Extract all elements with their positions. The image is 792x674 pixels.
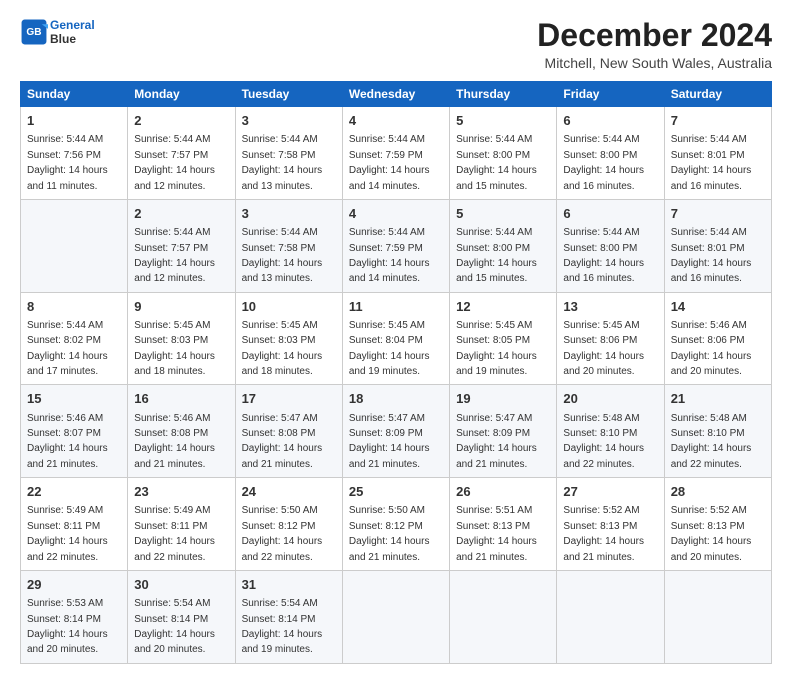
table-row: 9Sunrise: 5:45 AMSunset: 8:03 PMDaylight… bbox=[128, 292, 235, 385]
table-row: 20Sunrise: 5:48 AMSunset: 8:10 PMDayligh… bbox=[557, 385, 664, 478]
main-title: December 2024 bbox=[537, 18, 772, 53]
table-row: 2Sunrise: 5:44 AMSunset: 7:57 PMDaylight… bbox=[128, 199, 235, 292]
table-row: 6Sunrise: 5:44 AMSunset: 8:00 PMDaylight… bbox=[557, 199, 664, 292]
table-row: 26Sunrise: 5:51 AMSunset: 8:13 PMDayligh… bbox=[450, 478, 557, 571]
table-row: 18Sunrise: 5:47 AMSunset: 8:09 PMDayligh… bbox=[342, 385, 449, 478]
table-row: 28Sunrise: 5:52 AMSunset: 8:13 PMDayligh… bbox=[664, 478, 771, 571]
week-row-1: 1Sunrise: 5:44 AMSunset: 7:56 PMDaylight… bbox=[21, 107, 772, 200]
table-row: 3Sunrise: 5:44 AMSunset: 7:58 PMDaylight… bbox=[235, 107, 342, 200]
table-row: 16Sunrise: 5:46 AMSunset: 8:08 PMDayligh… bbox=[128, 385, 235, 478]
table-row: 19Sunrise: 5:47 AMSunset: 8:09 PMDayligh… bbox=[450, 385, 557, 478]
table-row: 7Sunrise: 5:44 AMSunset: 8:01 PMDaylight… bbox=[664, 107, 771, 200]
week-row-5: 22Sunrise: 5:49 AMSunset: 8:11 PMDayligh… bbox=[21, 478, 772, 571]
table-row: 7Sunrise: 5:44 AMSunset: 8:01 PMDaylight… bbox=[664, 199, 771, 292]
week-row-3: 8Sunrise: 5:44 AMSunset: 8:02 PMDaylight… bbox=[21, 292, 772, 385]
table-row: 31Sunrise: 5:54 AMSunset: 8:14 PMDayligh… bbox=[235, 570, 342, 663]
table-row: 15Sunrise: 5:46 AMSunset: 8:07 PMDayligh… bbox=[21, 385, 128, 478]
page: GB General Blue December 2024 Mitchell, … bbox=[0, 0, 792, 674]
empty-cell bbox=[342, 570, 449, 663]
empty-cell bbox=[450, 570, 557, 663]
col-sunday: Sunday bbox=[21, 82, 128, 107]
table-row: 4Sunrise: 5:44 AMSunset: 7:59 PMDaylight… bbox=[342, 199, 449, 292]
empty-cell bbox=[664, 570, 771, 663]
col-friday: Friday bbox=[557, 82, 664, 107]
calendar-table: Sunday Monday Tuesday Wednesday Thursday… bbox=[20, 81, 772, 664]
table-row: 4Sunrise: 5:44 AMSunset: 7:59 PMDaylight… bbox=[342, 107, 449, 200]
title-area: December 2024 Mitchell, New South Wales,… bbox=[537, 18, 772, 71]
table-row: 6Sunrise: 5:44 AMSunset: 8:00 PMDaylight… bbox=[557, 107, 664, 200]
subtitle: Mitchell, New South Wales, Australia bbox=[537, 55, 772, 71]
table-row: 10Sunrise: 5:45 AMSunset: 8:03 PMDayligh… bbox=[235, 292, 342, 385]
table-row: 1Sunrise: 5:44 AMSunset: 7:56 PMDaylight… bbox=[21, 107, 128, 200]
col-tuesday: Tuesday bbox=[235, 82, 342, 107]
table-row: 21Sunrise: 5:48 AMSunset: 8:10 PMDayligh… bbox=[664, 385, 771, 478]
col-wednesday: Wednesday bbox=[342, 82, 449, 107]
table-row: 17Sunrise: 5:47 AMSunset: 8:08 PMDayligh… bbox=[235, 385, 342, 478]
empty-cell bbox=[557, 570, 664, 663]
logo: GB General Blue bbox=[20, 18, 95, 46]
table-row: 25Sunrise: 5:50 AMSunset: 8:12 PMDayligh… bbox=[342, 478, 449, 571]
logo-text: General Blue bbox=[50, 18, 95, 46]
table-row: 27Sunrise: 5:52 AMSunset: 8:13 PMDayligh… bbox=[557, 478, 664, 571]
table-row: 22Sunrise: 5:49 AMSunset: 8:11 PMDayligh… bbox=[21, 478, 128, 571]
table-row: 14Sunrise: 5:46 AMSunset: 8:06 PMDayligh… bbox=[664, 292, 771, 385]
week-row-4: 15Sunrise: 5:46 AMSunset: 8:07 PMDayligh… bbox=[21, 385, 772, 478]
col-thursday: Thursday bbox=[450, 82, 557, 107]
table-row: 3Sunrise: 5:44 AMSunset: 7:58 PMDaylight… bbox=[235, 199, 342, 292]
table-row: 11Sunrise: 5:45 AMSunset: 8:04 PMDayligh… bbox=[342, 292, 449, 385]
col-monday: Monday bbox=[128, 82, 235, 107]
col-saturday: Saturday bbox=[664, 82, 771, 107]
table-row: 13Sunrise: 5:45 AMSunset: 8:06 PMDayligh… bbox=[557, 292, 664, 385]
table-row: 5Sunrise: 5:44 AMSunset: 8:00 PMDaylight… bbox=[450, 107, 557, 200]
empty-cell bbox=[21, 199, 128, 292]
header-row: Sunday Monday Tuesday Wednesday Thursday… bbox=[21, 82, 772, 107]
table-row: 30Sunrise: 5:54 AMSunset: 8:14 PMDayligh… bbox=[128, 570, 235, 663]
table-row: 23Sunrise: 5:49 AMSunset: 8:11 PMDayligh… bbox=[128, 478, 235, 571]
header: GB General Blue December 2024 Mitchell, … bbox=[20, 18, 772, 71]
table-row: 8Sunrise: 5:44 AMSunset: 8:02 PMDaylight… bbox=[21, 292, 128, 385]
table-row: 2Sunrise: 5:44 AMSunset: 7:57 PMDaylight… bbox=[128, 107, 235, 200]
week-row-6: 29Sunrise: 5:53 AMSunset: 8:14 PMDayligh… bbox=[21, 570, 772, 663]
table-row: 5Sunrise: 5:44 AMSunset: 8:00 PMDaylight… bbox=[450, 199, 557, 292]
week-row-2: 2Sunrise: 5:44 AMSunset: 7:57 PMDaylight… bbox=[21, 199, 772, 292]
svg-text:GB: GB bbox=[26, 27, 41, 38]
logo-icon: GB bbox=[20, 18, 48, 46]
table-row: 12Sunrise: 5:45 AMSunset: 8:05 PMDayligh… bbox=[450, 292, 557, 385]
table-row: 24Sunrise: 5:50 AMSunset: 8:12 PMDayligh… bbox=[235, 478, 342, 571]
table-row: 29Sunrise: 5:53 AMSunset: 8:14 PMDayligh… bbox=[21, 570, 128, 663]
